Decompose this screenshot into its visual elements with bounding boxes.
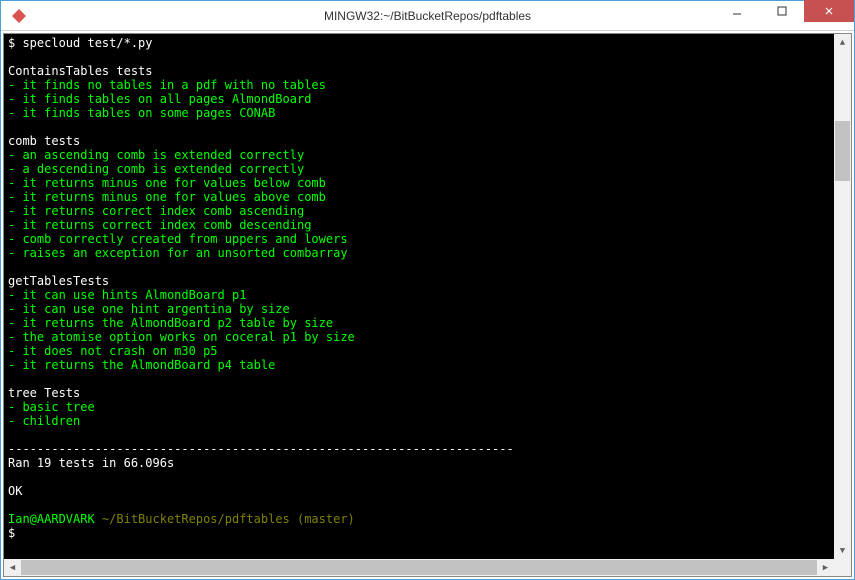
- window-controls: [714, 1, 854, 30]
- terminal-window: MINGW32:~/BitBucketRepos/pdftables $ spe…: [0, 0, 855, 580]
- vertical-scroll-thumb[interactable]: [835, 121, 850, 181]
- app-icon: [11, 8, 27, 24]
- terminal-area: $ specloud test/*.py ContainsTables test…: [3, 33, 852, 577]
- vertical-scrollbar[interactable]: ▲ ▼: [834, 34, 851, 559]
- scroll-down-arrow[interactable]: ▼: [834, 542, 851, 559]
- horizontal-scroll-thumb[interactable]: [21, 560, 817, 575]
- vertical-scroll-track[interactable]: [834, 51, 851, 542]
- horizontal-scroll-track[interactable]: [21, 559, 817, 576]
- terminal-content[interactable]: $ specloud test/*.py ContainsTables test…: [4, 34, 834, 559]
- minimize-button[interactable]: [714, 0, 759, 22]
- scroll-right-arrow[interactable]: ▶: [817, 559, 834, 576]
- close-button[interactable]: [804, 0, 854, 22]
- scroll-left-arrow[interactable]: ◀: [4, 559, 21, 576]
- titlebar[interactable]: MINGW32:~/BitBucketRepos/pdftables: [1, 1, 854, 31]
- maximize-button[interactable]: [759, 0, 804, 22]
- horizontal-scrollbar[interactable]: ◀ ▶: [4, 559, 834, 576]
- scrollbar-corner: [834, 559, 851, 576]
- scroll-up-arrow[interactable]: ▲: [834, 34, 851, 51]
